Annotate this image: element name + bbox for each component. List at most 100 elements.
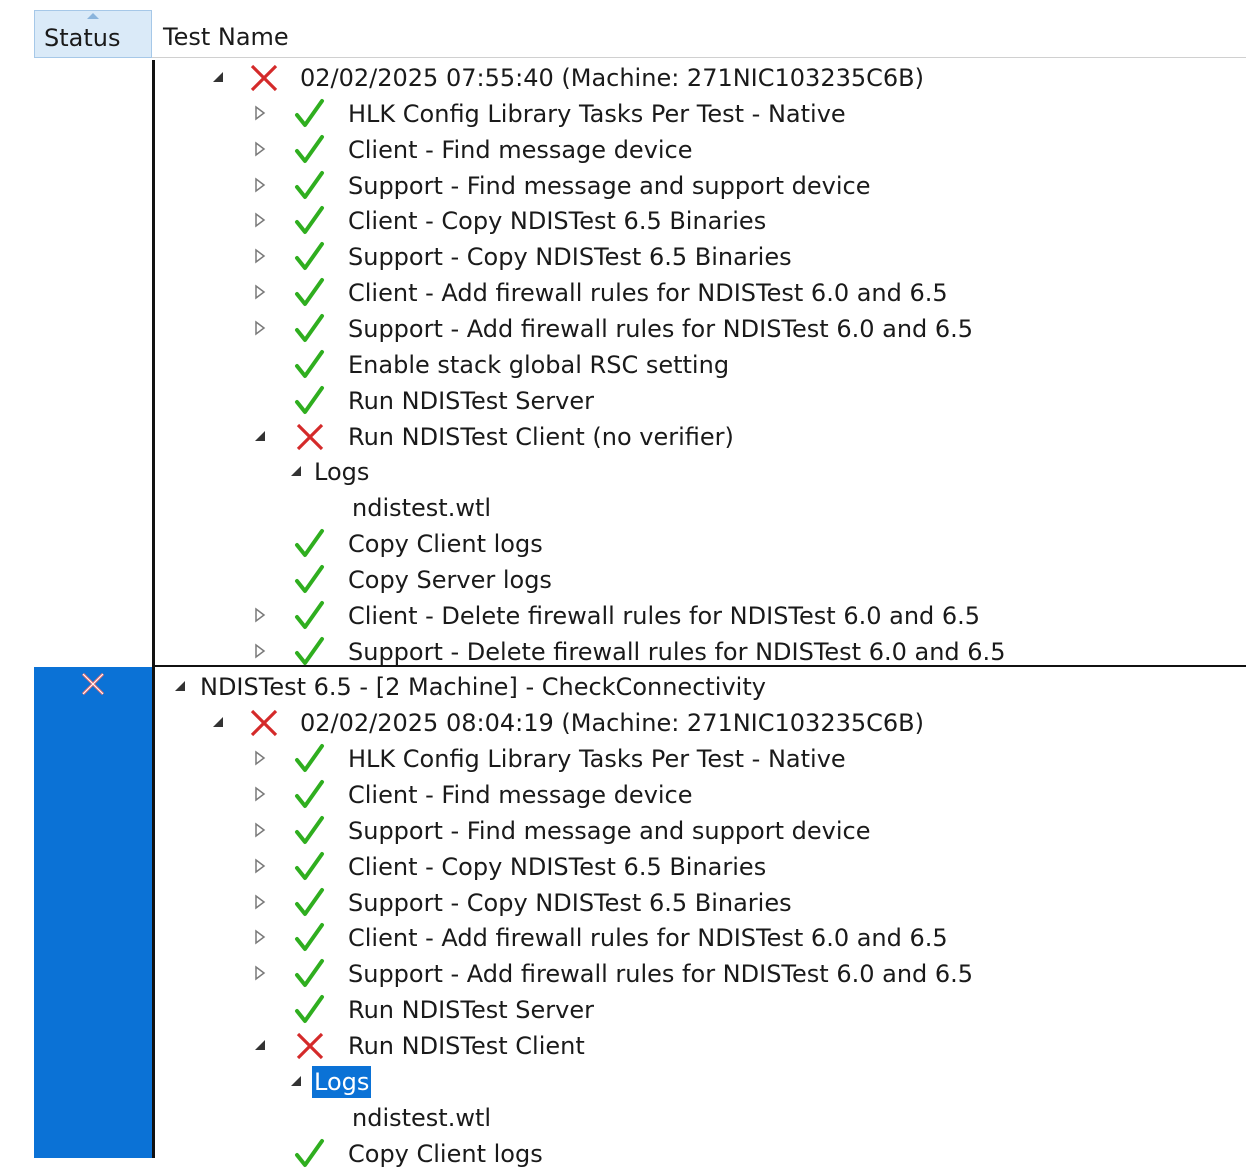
triangle-expanded-icon[interactable]: [288, 1073, 304, 1089]
tree-row-label: 02/02/2025 07:55:40 (Machine: 271NIC1032…: [300, 64, 924, 92]
tree-row-label: Run NDISTest Server: [348, 386, 594, 415]
tree-row[interactable]: NDISTest 6.5 - [2 Machine] - CheckConnec…: [0, 669, 1246, 705]
tree-row-label: Client - Find message device: [348, 781, 693, 809]
checkmark-icon: [295, 529, 324, 558]
checkmark-icon: [295, 170, 324, 199]
checkmark-icon: [295, 636, 324, 665]
checkmark-icon: [295, 242, 324, 271]
tree-row[interactable]: Client - Delete firewall rules for NDIST…: [0, 598, 1246, 634]
tree-row[interactable]: Support - Find message and support devic…: [0, 813, 1246, 849]
tree-row-label: Support - Add firewall rules for NDISTes…: [348, 314, 974, 343]
triangle-collapsed-icon[interactable]: [252, 643, 268, 659]
tree-row-label: NDISTest 6.5 - [2 Machine] - CheckConnec…: [200, 673, 766, 702]
tree-row[interactable]: Run NDISTest Client: [0, 1028, 1246, 1064]
cross-icon: [250, 64, 278, 92]
triangle-collapsed-icon[interactable]: [252, 786, 268, 802]
triangle-expanded-icon[interactable]: [288, 463, 304, 479]
tree-row[interactable]: Run NDISTest Server: [0, 992, 1246, 1028]
tree-row[interactable]: 02/02/2025 08:04:19 (Machine: 271NIC1032…: [0, 705, 1246, 741]
tree-row-label: Client - Delete firewall rules for NDIST…: [348, 601, 981, 630]
checkmark-icon: [295, 385, 324, 414]
tree-row[interactable]: Client - Find message device: [0, 132, 1246, 168]
tree-row[interactable]: Copy Server logs: [0, 562, 1246, 598]
tree-row[interactable]: ndistest.wtl: [0, 490, 1246, 526]
tree-row[interactable]: Run NDISTest Client (no verifier): [0, 419, 1246, 455]
triangle-collapsed-icon[interactable]: [252, 212, 268, 228]
tree-row[interactable]: Copy Client logs: [0, 1136, 1246, 1172]
tree-row-label: Logs: [312, 1065, 372, 1098]
checkmark-icon: [295, 780, 324, 808]
tree-row-label: ndistest.wtl: [352, 494, 492, 523]
tree-row[interactable]: Client - Copy NDISTest 6.5 Binaries: [0, 203, 1246, 239]
triangle-collapsed-icon[interactable]: [252, 248, 268, 264]
tree-row-label: Copy Client logs: [348, 1139, 543, 1168]
results-tree: 02/02/2025 07:55:40 (Machine: 271NIC1032…: [0, 0, 1246, 1168]
checkmark-icon: [295, 815, 324, 844]
checkmark-icon: [295, 744, 324, 773]
checkmark-icon: [295, 134, 324, 163]
tree-row[interactable]: Support - Add firewall rules for NDISTes…: [0, 956, 1246, 992]
tree-row-label: Copy Server logs: [348, 565, 552, 594]
checkmark-icon: [295, 98, 324, 127]
checkmark-icon: [295, 278, 324, 307]
tree-row-label: Copy Client logs: [348, 530, 543, 559]
tree-row[interactable]: Client - Copy NDISTest 6.5 Binaries: [0, 849, 1246, 885]
tree-row[interactable]: Support - Delete firewall rules for NDIS…: [0, 634, 1246, 670]
tree-row[interactable]: Support - Add firewall rules for NDISTes…: [0, 311, 1246, 347]
tree-row[interactable]: Support - Copy NDISTest 6.5 Binaries: [0, 885, 1246, 921]
checkmark-icon: [295, 313, 324, 342]
triangle-collapsed-icon[interactable]: [252, 284, 268, 300]
tree-row[interactable]: Enable stack global RSC setting: [0, 347, 1246, 383]
tree-row-label: Support - Copy NDISTest 6.5 Binaries: [348, 243, 792, 272]
triangle-collapsed-icon[interactable]: [252, 750, 268, 766]
triangle-collapsed-icon[interactable]: [252, 894, 268, 910]
cross-icon: [296, 1032, 324, 1060]
tree-row-label: HLK Config Library Tasks Per Test - Nati…: [348, 99, 846, 128]
tree-row-label: Support - Find message and support devic…: [348, 816, 871, 845]
tree-row[interactable]: Copy Client logs: [0, 526, 1246, 562]
tree-row-label: Run NDISTest Server: [348, 996, 594, 1025]
checkmark-icon: [295, 851, 324, 880]
cross-icon: [250, 710, 278, 737]
tree-row[interactable]: Run NDISTest Server: [0, 383, 1246, 419]
tree-row-label: Enable stack global RSC setting: [348, 350, 730, 379]
tree-row[interactable]: Client - Find message device: [0, 777, 1246, 813]
triangle-collapsed-icon[interactable]: [252, 105, 268, 121]
triangle-collapsed-icon[interactable]: [252, 822, 268, 838]
triangle-expanded-icon[interactable]: [210, 714, 226, 730]
triangle-collapsed-icon[interactable]: [252, 929, 268, 945]
triangle-expanded-icon[interactable]: [252, 1037, 268, 1053]
triangle-collapsed-icon[interactable]: [252, 858, 268, 874]
tree-row-label: Client - Find message device: [348, 135, 693, 164]
tree-row[interactable]: Client - Add firewall rules for NDISTest…: [0, 920, 1246, 956]
tree-row[interactable]: Logs: [0, 454, 1246, 490]
tree-row-label: Client - Add firewall rules for NDISTest…: [348, 924, 948, 953]
tree-row-label: Run NDISTest Client (no verifier): [348, 422, 734, 451]
tree-row-label: Support - Delete firewall rules for NDIS…: [348, 637, 1006, 666]
tree-row[interactable]: 02/02/2025 07:55:40 (Machine: 271NIC1032…: [0, 60, 1246, 96]
checkmark-icon: [295, 923, 324, 952]
tree-row-label: Support - Add firewall rules for NDISTes…: [348, 960, 974, 989]
tree-row-label: Run NDISTest Client: [348, 1031, 585, 1060]
tree-row-label: Client - Copy NDISTest 6.5 Binaries: [348, 852, 767, 881]
checkmark-icon: [295, 959, 324, 988]
triangle-expanded-icon[interactable]: [210, 69, 226, 85]
triangle-collapsed-icon[interactable]: [252, 141, 268, 157]
checkmark-icon: [295, 564, 324, 593]
tree-row[interactable]: Client - Add firewall rules for NDISTest…: [0, 275, 1246, 311]
tree-row[interactable]: Support - Find message and support devic…: [0, 168, 1246, 204]
tree-row-label: ndistest.wtl: [352, 1103, 492, 1132]
triangle-collapsed-icon[interactable]: [252, 607, 268, 623]
tree-row-label: Logs: [314, 458, 370, 487]
tree-row[interactable]: ndistest.wtl: [0, 1100, 1246, 1136]
tree-row[interactable]: Logs: [0, 1064, 1246, 1100]
triangle-expanded-icon[interactable]: [172, 678, 188, 694]
tree-row[interactable]: HLK Config Library Tasks Per Test - Nati…: [0, 741, 1246, 777]
checkmark-icon: [295, 887, 324, 916]
triangle-expanded-icon[interactable]: [252, 428, 268, 444]
triangle-collapsed-icon[interactable]: [252, 965, 268, 981]
tree-row[interactable]: HLK Config Library Tasks Per Test - Nati…: [0, 96, 1246, 132]
tree-row[interactable]: Support - Copy NDISTest 6.5 Binaries: [0, 239, 1246, 275]
triangle-collapsed-icon[interactable]: [252, 320, 268, 336]
triangle-collapsed-icon[interactable]: [252, 177, 268, 193]
